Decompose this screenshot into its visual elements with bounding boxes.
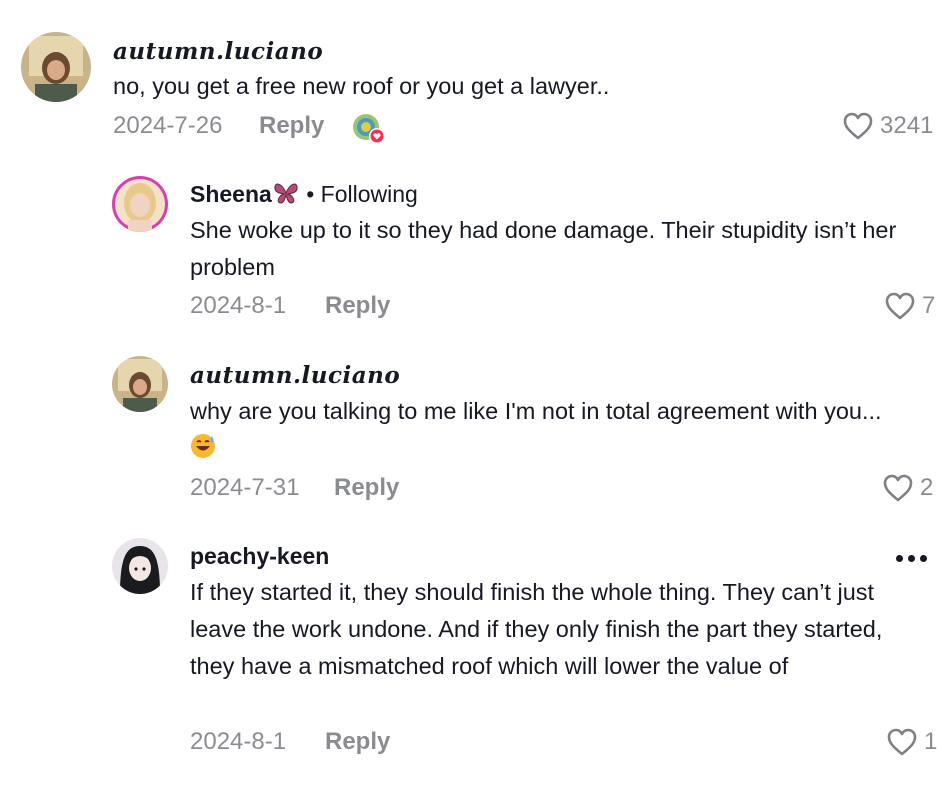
avatar[interactable] bbox=[112, 176, 168, 232]
comment-username[interactable]: autumn.luciano bbox=[113, 38, 323, 65]
avatar[interactable] bbox=[112, 538, 168, 594]
reply-button[interactable]: Reply bbox=[325, 728, 390, 756]
heart-outline-icon bbox=[883, 474, 913, 502]
reply-button[interactable]: Reply bbox=[325, 292, 390, 320]
comment-text-content: why are you talking to me like I'm not i… bbox=[190, 398, 882, 424]
like-count: 3241 bbox=[880, 112, 934, 139]
comment-date: 2024-8-1 bbox=[190, 292, 287, 319]
grinning-sweat-emoji bbox=[190, 433, 216, 470]
like-count: 7 bbox=[922, 292, 936, 319]
username-text: Sheena bbox=[190, 181, 272, 207]
comment-text: She woke up to it so they had done damag… bbox=[190, 217, 897, 280]
like-count: 2 bbox=[920, 474, 934, 501]
comment-date: 2024-7-31 bbox=[190, 474, 300, 501]
like-button[interactable]: 7 bbox=[884, 291, 935, 321]
avatar[interactable] bbox=[112, 356, 168, 412]
heart-outline-icon bbox=[885, 292, 915, 320]
heart-outline-icon bbox=[887, 728, 917, 756]
avatar[interactable] bbox=[21, 32, 91, 102]
comment-date: 2024-8-1 bbox=[190, 728, 287, 755]
following-label: • Following bbox=[299, 181, 418, 207]
creator-liked-icon bbox=[351, 112, 387, 146]
heart-outline-icon bbox=[843, 112, 873, 140]
comment-text: why are you talking to me like I'm not i… bbox=[190, 393, 910, 470]
comment-username[interactable]: Sheena • Following bbox=[190, 181, 418, 211]
comment-username[interactable]: autumn.luciano bbox=[190, 362, 400, 389]
reply-button[interactable]: Reply bbox=[334, 474, 399, 502]
like-button[interactable]: 1 bbox=[886, 727, 937, 757]
comment-date: 2024-7-26 bbox=[113, 112, 223, 139]
comment-text: no, you get a free new roof or you get a… bbox=[113, 73, 610, 99]
like-count: 1 bbox=[924, 728, 938, 755]
more-options-icon[interactable] bbox=[896, 555, 927, 562]
butterfly-icon bbox=[272, 181, 300, 211]
comment-text: If they started it, they should finish t… bbox=[190, 579, 883, 679]
comment-username[interactable]: peachy-keen bbox=[190, 543, 329, 570]
reply-button[interactable]: Reply bbox=[259, 112, 324, 140]
like-button[interactable]: 3241 bbox=[842, 111, 933, 141]
like-button[interactable]: 2 bbox=[882, 473, 933, 503]
